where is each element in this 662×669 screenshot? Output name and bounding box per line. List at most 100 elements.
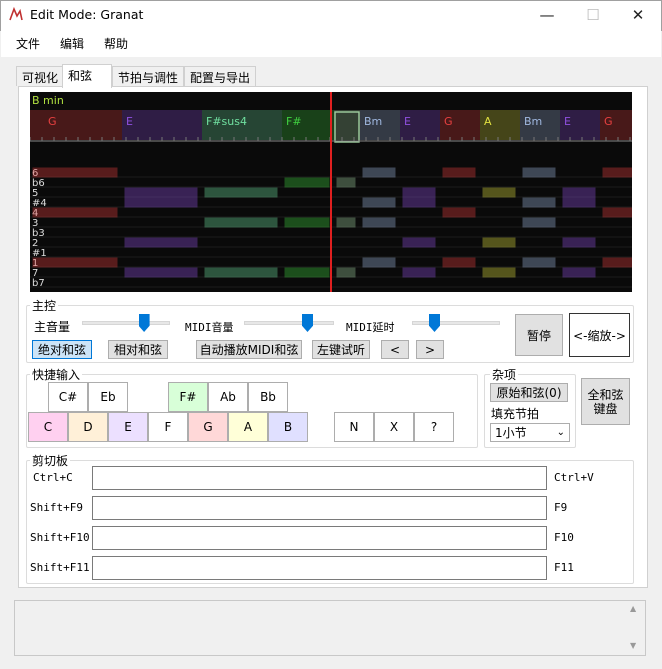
note-box <box>124 237 198 248</box>
autoplay-midi-chord-button[interactable]: 自动播放MIDI和弦 <box>196 340 302 359</box>
minimize-button[interactable]: — <box>524 0 570 30</box>
previous-button[interactable]: < <box>381 340 409 359</box>
midi-volume-label: MIDI音量 <box>185 321 234 334</box>
note-box <box>562 237 596 248</box>
note-box <box>402 267 436 278</box>
relative-chord-button[interactable]: 相对和弦 <box>108 340 168 359</box>
key-c-sharp[interactable]: C# <box>48 382 88 412</box>
clipboard-left-key: Shift+F11 <box>30 561 90 574</box>
chord-label: E <box>564 115 571 128</box>
key-label: B min <box>32 94 64 107</box>
key-b[interactable]: B <box>268 412 308 442</box>
clipboard-right-key: Ctrl+V <box>554 471 594 484</box>
chord-label: F# <box>286 115 302 128</box>
note-box <box>562 197 596 208</box>
midi-volume-slider[interactable] <box>244 321 334 325</box>
main-control-label: 主控 <box>30 297 59 314</box>
chord-visualization[interactable]: G E F#sus4 F# Bm E G A Bm E G B min 6 b6 5 #4 4 3 b3 2 #1 1 7 b… <box>30 92 632 292</box>
next-button[interactable]: > <box>416 340 444 359</box>
tab-beat-key[interactable]: 节拍与调性 <box>112 66 185 86</box>
full-chord-keyboard-button[interactable]: 全和弦键盘 <box>581 378 630 425</box>
chord-label: Bm <box>364 115 382 128</box>
scroll-up-icon[interactable]: ▲ <box>630 604 636 613</box>
note-box <box>602 207 632 218</box>
note-box <box>402 197 436 208</box>
menu-edit[interactable]: 编辑 <box>60 35 84 52</box>
key-e-flat[interactable]: Eb <box>88 382 128 412</box>
note-box <box>602 257 632 268</box>
fill-beat-select[interactable]: 1小节 ⌄ <box>490 423 570 442</box>
note-box <box>522 257 556 268</box>
midi-delay-label: MIDI延时 <box>346 321 395 334</box>
absolute-chord-button[interactable]: 绝对和弦 <box>32 340 92 359</box>
note-box <box>204 267 278 278</box>
app-icon <box>9 6 23 21</box>
key-e[interactable]: E <box>108 412 148 442</box>
key-n[interactable]: N <box>334 412 374 442</box>
original-chord-button[interactable]: 原始和弦(0) <box>490 383 568 402</box>
note-box <box>204 187 278 198</box>
key-f-sharp[interactable]: F# <box>168 382 208 412</box>
note-box <box>402 237 436 248</box>
status-log-box[interactable] <box>14 600 646 656</box>
note-box <box>522 217 556 228</box>
quick-input-label: 快捷输入 <box>30 366 83 383</box>
note-box <box>204 217 278 228</box>
left-click-preview-button[interactable]: 左键试听 <box>312 340 370 359</box>
zoom-button[interactable]: <-缩放-> <box>569 313 630 357</box>
scroll-down-icon[interactable]: ▼ <box>630 641 636 650</box>
note-box <box>32 167 118 178</box>
tab-chords[interactable]: 和弦 <box>62 64 112 88</box>
key-g[interactable]: G <box>188 412 228 442</box>
key-c[interactable]: C <box>28 412 68 442</box>
note-box <box>602 167 632 178</box>
note-box <box>124 267 198 278</box>
note-box <box>562 267 596 278</box>
note-box <box>284 177 330 188</box>
key-b-flat[interactable]: Bb <box>248 382 288 412</box>
note-box <box>522 197 556 208</box>
maximize-button[interactable]: ☐ <box>570 0 616 30</box>
note-box <box>336 177 356 188</box>
key-x[interactable]: X <box>374 412 414 442</box>
note-box <box>362 197 396 208</box>
menu-help[interactable]: 帮助 <box>104 35 128 52</box>
clipboard-field[interactable] <box>92 556 547 580</box>
clipboard-field[interactable] <box>92 496 547 520</box>
clipboard-field[interactable] <box>92 526 547 550</box>
key-d[interactable]: D <box>68 412 108 442</box>
note-box <box>336 217 356 228</box>
key-question[interactable]: ? <box>414 412 454 442</box>
tab-visualization[interactable]: 可视化 <box>16 66 65 86</box>
note-box <box>482 237 516 248</box>
clipboard-field[interactable] <box>92 466 547 490</box>
note-box <box>562 187 596 198</box>
key-a[interactable]: A <box>228 412 268 442</box>
volume-slider[interactable] <box>82 321 170 325</box>
close-button[interactable]: ✕ <box>615 0 661 30</box>
chord-label: Bm <box>524 115 542 128</box>
clipboard-right-key: F10 <box>554 531 574 544</box>
chord-segment <box>334 110 360 140</box>
chord-label: E <box>404 115 411 128</box>
note-box <box>124 197 198 208</box>
fill-beat-label: 填充节拍 <box>491 407 540 421</box>
chord-label: G <box>604 115 613 128</box>
chord-label: E <box>126 115 133 128</box>
menu-file[interactable]: 文件 <box>16 35 40 52</box>
note-box <box>442 207 476 218</box>
note-box <box>362 217 396 228</box>
key-a-flat[interactable]: Ab <box>208 382 248 412</box>
key-f[interactable]: F <box>148 412 188 442</box>
tab-config-export[interactable]: 配置与导出 <box>184 66 257 86</box>
clipboard-left-key: Ctrl+C <box>33 471 73 484</box>
pause-button[interactable]: 暂停 <box>515 314 563 356</box>
chord-segment <box>122 110 202 140</box>
note-box <box>442 167 476 178</box>
fill-beat-value: 1小节 <box>495 426 527 440</box>
menu-bar <box>1 31 661 58</box>
chord-label: F#sus4 <box>206 115 247 128</box>
midi-delay-slider[interactable] <box>412 321 500 325</box>
chord-label: G <box>48 115 57 128</box>
note-box <box>336 267 356 278</box>
